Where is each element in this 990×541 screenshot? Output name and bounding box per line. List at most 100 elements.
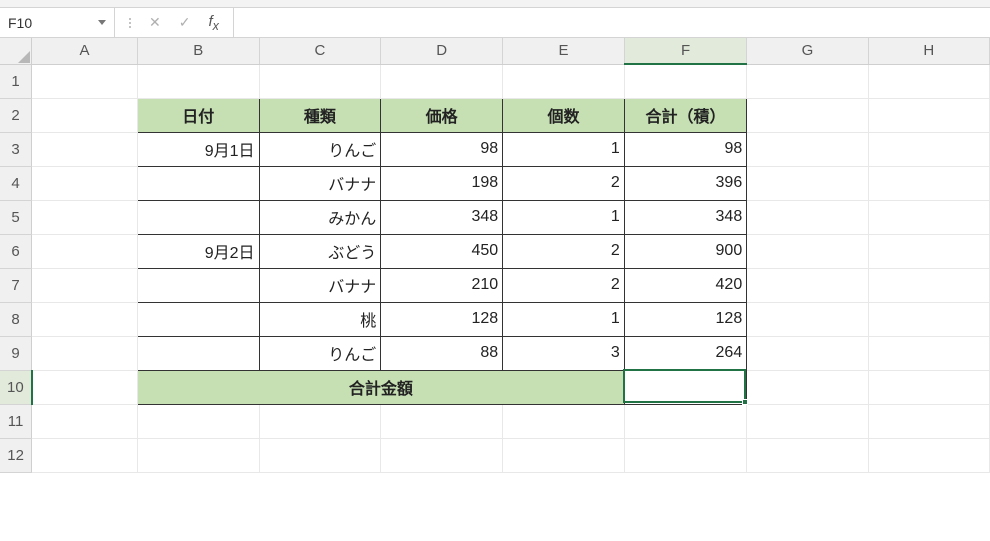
cell-G9[interactable] <box>747 336 868 370</box>
cell-E6[interactable]: 2 <box>503 234 625 268</box>
col-header-G[interactable]: G <box>747 38 868 64</box>
cell-C12[interactable] <box>259 438 381 472</box>
col-header-A[interactable]: A <box>32 38 138 64</box>
cell-H8[interactable] <box>868 302 989 336</box>
cell-H6[interactable] <box>868 234 989 268</box>
cell-B2[interactable]: 日付 <box>137 98 259 132</box>
cell-C2[interactable]: 種類 <box>259 98 381 132</box>
cell-B10-E10-merged[interactable]: 合計金額 <box>137 370 624 404</box>
name-box-dropdown-icon[interactable] <box>98 20 106 25</box>
row-header-10[interactable]: 10 <box>0 370 32 404</box>
cell-A11[interactable] <box>32 404 138 438</box>
cell-A9[interactable] <box>32 336 138 370</box>
row-header-5[interactable]: 5 <box>0 200 32 234</box>
cell-G12[interactable] <box>747 438 868 472</box>
cell-G10[interactable] <box>747 370 868 404</box>
cell-D7[interactable]: 210 <box>381 268 503 302</box>
formula-input[interactable] <box>234 8 990 37</box>
cell-C11[interactable] <box>259 404 381 438</box>
cell-A1[interactable] <box>32 64 138 98</box>
name-box[interactable] <box>0 8 115 37</box>
row-header-7[interactable]: 7 <box>0 268 32 302</box>
cell-E3[interactable]: 1 <box>503 132 625 166</box>
col-header-D[interactable]: D <box>381 38 503 64</box>
name-box-input[interactable] <box>8 15 78 31</box>
confirm-icon[interactable]: ✓ <box>179 14 191 31</box>
fx-icon[interactable]: fx <box>208 13 218 33</box>
cell-H5[interactable] <box>868 200 989 234</box>
row-header-4[interactable]: 4 <box>0 166 32 200</box>
row-header-9[interactable]: 9 <box>0 336 32 370</box>
cell-C4[interactable]: バナナ <box>259 166 381 200</box>
cell-F5[interactable]: 348 <box>624 200 746 234</box>
cell-B12[interactable] <box>137 438 259 472</box>
row-header-11[interactable]: 11 <box>0 404 32 438</box>
col-header-C[interactable]: C <box>259 38 381 64</box>
col-header-F[interactable]: F <box>624 38 746 64</box>
cancel-icon[interactable]: ✕ <box>149 14 161 31</box>
cell-C6[interactable]: ぶどう <box>259 234 381 268</box>
cell-H10[interactable] <box>868 370 989 404</box>
row-header-1[interactable]: 1 <box>0 64 32 98</box>
cell-F10[interactable] <box>624 370 746 404</box>
cell-G1[interactable] <box>747 64 868 98</box>
cell-F6[interactable]: 900 <box>624 234 746 268</box>
cell-B1[interactable] <box>137 64 259 98</box>
cell-B3[interactable]: 9月1日 <box>137 132 259 166</box>
cell-E5[interactable]: 1 <box>503 200 625 234</box>
cell-B5[interactable] <box>137 200 259 234</box>
cell-F9[interactable]: 264 <box>624 336 746 370</box>
cell-C9[interactable]: りんご <box>259 336 381 370</box>
cell-H4[interactable] <box>868 166 989 200</box>
cell-H7[interactable] <box>868 268 989 302</box>
cell-D2[interactable]: 価格 <box>381 98 503 132</box>
cell-F7[interactable]: 420 <box>624 268 746 302</box>
cell-F11[interactable] <box>624 404 746 438</box>
cell-D9[interactable]: 88 <box>381 336 503 370</box>
cell-H1[interactable] <box>868 64 989 98</box>
cell-B4[interactable] <box>137 166 259 200</box>
cell-D5[interactable]: 348 <box>381 200 503 234</box>
cell-B8[interactable] <box>137 302 259 336</box>
cell-D11[interactable] <box>381 404 503 438</box>
cell-H9[interactable] <box>868 336 989 370</box>
cell-F2[interactable]: 合計（積） <box>624 98 746 132</box>
row-header-6[interactable]: 6 <box>0 234 32 268</box>
cell-A8[interactable] <box>32 302 138 336</box>
cell-H11[interactable] <box>868 404 989 438</box>
cell-G6[interactable] <box>747 234 868 268</box>
cell-A10[interactable] <box>32 370 138 404</box>
cell-E12[interactable] <box>503 438 625 472</box>
cell-C3[interactable]: りんご <box>259 132 381 166</box>
spreadsheet-grid[interactable]: A B C D E F G H 1 2 日付 種類 価格 個数 合計（積） 39… <box>0 38 990 473</box>
cell-A4[interactable] <box>32 166 138 200</box>
cell-D1[interactable] <box>381 64 503 98</box>
cell-G8[interactable] <box>747 302 868 336</box>
cell-C5[interactable]: みかん <box>259 200 381 234</box>
cell-E4[interactable]: 2 <box>503 166 625 200</box>
cell-E7[interactable]: 2 <box>503 268 625 302</box>
cell-D6[interactable]: 450 <box>381 234 503 268</box>
cell-H2[interactable] <box>868 98 989 132</box>
cell-G7[interactable] <box>747 268 868 302</box>
cell-B6[interactable]: 9月2日 <box>137 234 259 268</box>
cell-A6[interactable] <box>32 234 138 268</box>
cell-E8[interactable]: 1 <box>503 302 625 336</box>
cell-D8[interactable]: 128 <box>381 302 503 336</box>
cell-E9[interactable]: 3 <box>503 336 625 370</box>
cell-E2[interactable]: 個数 <box>503 98 625 132</box>
cell-F8[interactable]: 128 <box>624 302 746 336</box>
cell-G3[interactable] <box>747 132 868 166</box>
row-header-8[interactable]: 8 <box>0 302 32 336</box>
cell-E11[interactable] <box>503 404 625 438</box>
cell-E1[interactable] <box>503 64 625 98</box>
row-header-3[interactable]: 3 <box>0 132 32 166</box>
col-header-B[interactable]: B <box>137 38 259 64</box>
cell-B7[interactable] <box>137 268 259 302</box>
cell-F4[interactable]: 396 <box>624 166 746 200</box>
cell-A5[interactable] <box>32 200 138 234</box>
cell-C8[interactable]: 桃 <box>259 302 381 336</box>
cell-A2[interactable] <box>32 98 138 132</box>
row-header-12[interactable]: 12 <box>0 438 32 472</box>
cell-H12[interactable] <box>868 438 989 472</box>
